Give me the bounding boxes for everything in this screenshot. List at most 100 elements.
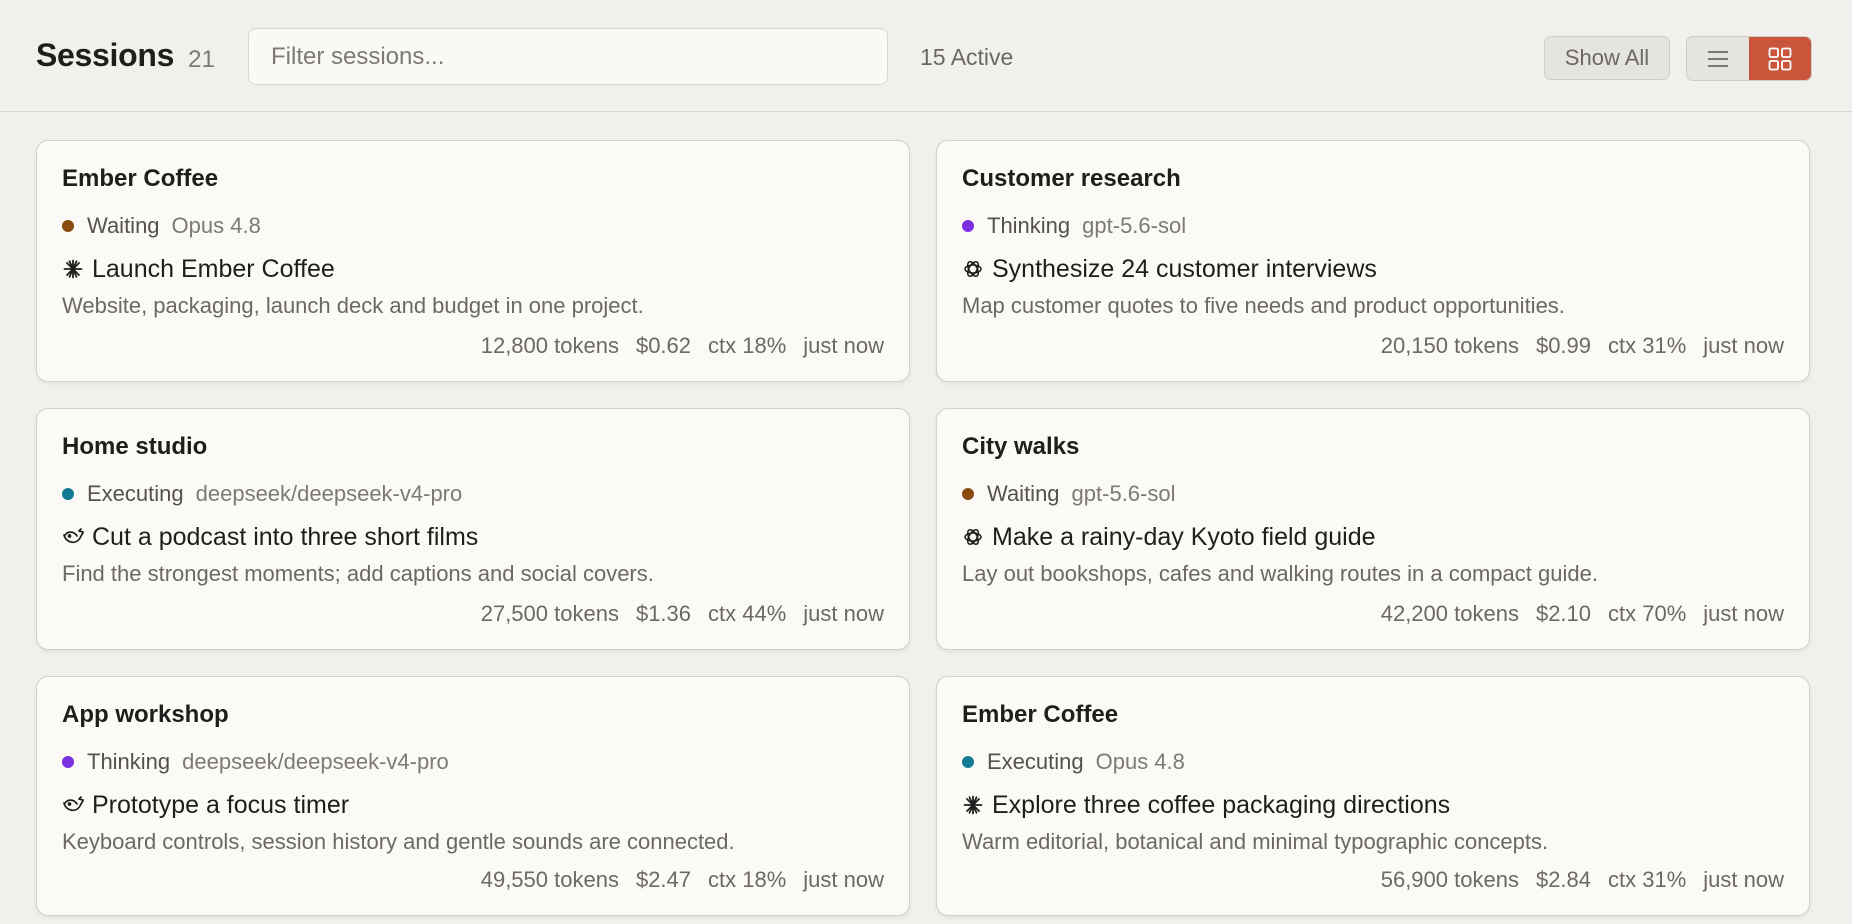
session-count: 21 xyxy=(188,45,215,73)
status-row: Thinking deepseek/deepseek-v4-pro xyxy=(62,747,884,777)
view-toggle xyxy=(1686,36,1812,81)
task-row: Cut a podcast into three short films xyxy=(62,521,884,553)
session-project-name: App workshop xyxy=(62,701,229,728)
status-dot xyxy=(62,756,74,768)
claude-asterisk-icon xyxy=(962,794,984,816)
task-title: Launch Ember Coffee xyxy=(92,254,335,283)
status-label: Waiting xyxy=(987,481,1060,506)
active-count-label: 15 Active xyxy=(920,44,1014,70)
session-cost: $2.10 xyxy=(1535,601,1592,626)
status-row: Executing Opus 4.8 xyxy=(962,747,1784,777)
last-updated: just now xyxy=(1703,333,1784,358)
task-description: Website, packaging, launch deck and budg… xyxy=(62,293,644,318)
model-name: gpt-5.6-sol xyxy=(1071,481,1176,506)
openai-knot-icon xyxy=(962,258,984,280)
grid-view-button[interactable] xyxy=(1749,37,1811,80)
last-updated: just now xyxy=(803,867,884,892)
claude-asterisk-icon xyxy=(62,258,84,280)
task-title: Make a rainy-day Kyoto field guide xyxy=(992,522,1376,551)
status-row: Thinking gpt-5.6-sol xyxy=(962,211,1784,241)
task-row: Explore three coffee packaging direction… xyxy=(962,789,1784,821)
task-description: Lay out bookshops, cafes and walking rou… xyxy=(962,561,1598,586)
last-updated: just now xyxy=(1703,601,1784,626)
model-name: Opus 4.8 xyxy=(171,213,261,238)
status-label: Waiting xyxy=(87,213,160,238)
session-project-name: Home studio xyxy=(62,433,208,460)
status-label: Thinking xyxy=(987,213,1071,238)
task-description: Map customer quotes to five needs and pr… xyxy=(962,293,1565,318)
status-label: Thinking xyxy=(87,749,171,774)
task-row: Prototype a focus timer xyxy=(62,789,884,821)
session-cost: $0.99 xyxy=(1535,333,1592,358)
session-project-name: City walks xyxy=(962,433,1080,460)
session-card[interactable]: Home studio Executing deepseek/deepseek-… xyxy=(36,408,910,650)
openai-knot-icon xyxy=(962,526,984,548)
session-grid: Ember Coffee Waiting Opus 4.8 Launch Emb… xyxy=(36,140,1812,916)
status-dot xyxy=(62,488,74,500)
task-row: Make a rainy-day Kyoto field guide xyxy=(962,521,1784,553)
status-row: Waiting Opus 4.8 xyxy=(62,211,884,241)
context-usage: ctx 18% xyxy=(708,333,787,358)
session-card[interactable]: Ember Coffee Waiting Opus 4.8 Launch Emb… xyxy=(36,140,910,382)
session-card[interactable]: App workshop Thinking deepseek/deepseek-… xyxy=(36,676,910,916)
token-count: 56,900 tokens xyxy=(1380,867,1519,892)
task-title: Prototype a focus timer xyxy=(92,790,350,819)
session-meta: 56,900 tokens $2.84 ctx 31% just now xyxy=(1381,867,1784,893)
status-label: Executing xyxy=(87,481,184,506)
token-count: 49,550 tokens xyxy=(480,867,619,892)
task-description: Warm editorial, botanical and minimal ty… xyxy=(962,829,1549,854)
session-cost: $0.62 xyxy=(635,333,692,358)
model-name: deepseek/deepseek-v4-pro xyxy=(182,749,449,774)
model-name: Opus 4.8 xyxy=(1095,749,1185,774)
grid-icon xyxy=(1768,47,1792,70)
context-usage: ctx 44% xyxy=(708,601,787,626)
task-description: Find the strongest moments; add captions… xyxy=(62,561,654,586)
token-count: 27,500 tokens xyxy=(480,601,619,626)
context-usage: ctx 31% xyxy=(1608,867,1687,892)
filter-sessions-input[interactable] xyxy=(269,41,867,72)
deepseek-whale-icon xyxy=(62,794,84,816)
filter-box[interactable] xyxy=(248,28,888,85)
last-updated: just now xyxy=(803,601,884,626)
session-meta: 27,500 tokens $1.36 ctx 44% just now xyxy=(481,601,884,627)
session-project-name: Ember Coffee xyxy=(62,165,219,192)
session-card[interactable]: Ember Coffee Executing Opus 4.8 Explore … xyxy=(936,676,1810,916)
session-project-name: Ember Coffee xyxy=(962,701,1119,728)
session-card[interactable]: City walks Waiting gpt-5.6-sol Make a ra… xyxy=(936,408,1810,650)
context-usage: ctx 18% xyxy=(708,867,787,892)
status-dot xyxy=(62,220,74,232)
task-title: Explore three coffee packaging direction… xyxy=(992,790,1451,819)
token-count: 20,150 tokens xyxy=(1380,333,1519,358)
context-usage: ctx 31% xyxy=(1608,333,1687,358)
task-title: Synthesize 24 customer interviews xyxy=(992,254,1377,283)
token-count: 12,800 tokens xyxy=(480,333,619,358)
task-row: Launch Ember Coffee xyxy=(62,253,884,285)
session-meta: 49,550 tokens $2.47 ctx 18% just now xyxy=(481,867,884,893)
task-title: Cut a podcast into three short films xyxy=(92,522,479,551)
session-cost: $2.47 xyxy=(635,867,692,892)
session-card[interactable]: Customer research Thinking gpt-5.6-sol S… xyxy=(936,140,1810,382)
last-updated: just now xyxy=(1703,867,1784,892)
status-dot xyxy=(962,220,974,232)
model-name: gpt-5.6-sol xyxy=(1082,213,1187,238)
status-dot xyxy=(962,756,974,768)
session-cost: $2.84 xyxy=(1535,867,1592,892)
deepseek-whale-icon xyxy=(62,526,84,548)
list-view-button[interactable] xyxy=(1687,37,1749,80)
session-cost: $1.36 xyxy=(635,601,692,626)
context-usage: ctx 70% xyxy=(1608,601,1687,626)
session-meta: 42,200 tokens $2.10 ctx 70% just now xyxy=(1381,601,1784,627)
session-meta: 12,800 tokens $0.62 ctx 18% just now xyxy=(481,333,884,359)
show-all-button[interactable]: Show All xyxy=(1544,36,1670,80)
task-description: Keyboard controls, session history and g… xyxy=(62,829,735,854)
task-row: Synthesize 24 customer interviews xyxy=(962,253,1784,285)
last-updated: just now xyxy=(803,333,884,358)
header-bar: Sessions 21 15 Active Show All xyxy=(0,0,1852,112)
model-name: deepseek/deepseek-v4-pro xyxy=(195,481,463,506)
status-label: Executing xyxy=(987,749,1084,774)
session-project-name: Customer research xyxy=(962,165,1181,192)
status-dot xyxy=(962,488,974,500)
status-row: Executing deepseek/deepseek-v4-pro xyxy=(62,479,884,509)
list-icon xyxy=(1708,50,1728,67)
token-count: 42,200 tokens xyxy=(1380,601,1519,626)
